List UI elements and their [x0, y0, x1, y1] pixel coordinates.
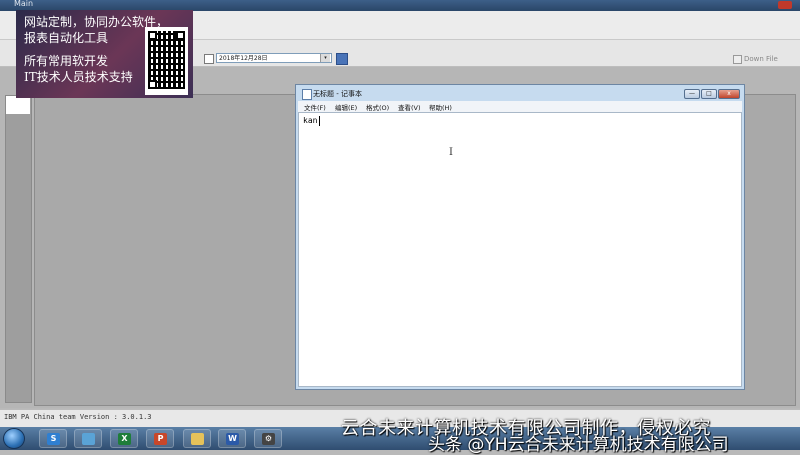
settings-icon: ⚙ [262, 433, 275, 445]
calendar-icon[interactable] [336, 53, 348, 65]
app-close-button[interactable] [778, 1, 792, 9]
notepad-editor[interactable]: kan I [298, 112, 742, 387]
notepad-icon [302, 89, 312, 100]
powerpoint-icon: P [154, 433, 167, 445]
close-button[interactable]: x [718, 89, 740, 99]
taskbar-settings-button[interactable]: ⚙ [254, 429, 282, 448]
notepad-window: 无标题 - 记事本 — □ x 文件(F) 编辑(E) 格式(O) 查看(V) … [295, 84, 745, 390]
status-text: IBM PA China team Version : 3.0.1.3 [4, 413, 152, 421]
taskbar-excel-button[interactable]: X [110, 429, 138, 448]
menu-edit[interactable]: 编辑(E) [335, 102, 357, 112]
explorer-icon [82, 433, 95, 445]
taskbar-sogou-button[interactable]: S [39, 429, 67, 448]
menu-help[interactable]: 帮助(H) [429, 102, 452, 112]
qr-code [145, 27, 188, 95]
left-panel [5, 95, 32, 403]
date-checkbox[interactable] [204, 54, 214, 64]
down-file-label: Down File [744, 55, 778, 63]
app-title: Main [14, 0, 34, 8]
minimize-button[interactable]: — [684, 89, 700, 99]
word-icon: W [226, 433, 239, 445]
taskbar-powerpoint-button[interactable]: P [146, 429, 174, 448]
ad-line: 报表自动化工具 [24, 31, 109, 45]
excel-icon: X [118, 433, 131, 445]
sogou-icon: S [47, 433, 60, 445]
editor-text: kan [303, 116, 318, 125]
notepad-title: 无标题 - 记事本 [313, 90, 362, 98]
down-file-button[interactable]: Down File [733, 53, 799, 65]
watermark-source: 头条 @YH云合未来计算机技术有限公司 [428, 435, 729, 455]
qr-finder [148, 80, 157, 89]
download-icon [733, 55, 742, 64]
qr-finder [176, 31, 185, 40]
qr-finder [148, 31, 157, 40]
chevron-down-icon[interactable]: ▾ [320, 54, 330, 62]
folder-icon [191, 433, 204, 445]
menu-view[interactable]: 查看(V) [398, 102, 421, 112]
date-picker[interactable]: 2018年12月28日 ▾ [216, 53, 332, 63]
menu-format[interactable]: 格式(O) [366, 102, 389, 112]
ibeam-cursor-icon: I [449, 147, 453, 158]
taskbar-folder-button[interactable] [183, 429, 211, 448]
taskbar-explorer-button[interactable] [74, 429, 102, 448]
menu-file[interactable]: 文件(F) [304, 102, 326, 112]
date-value: 2018年12月28日 [219, 55, 268, 62]
ad-line: IT技术人员技术支持 [24, 70, 133, 84]
ad-line: 所有常用软开发 [24, 54, 109, 68]
text-caret [319, 116, 320, 126]
taskbar-word-button[interactable]: W [218, 429, 246, 448]
notepad-titlebar[interactable]: 无标题 - 记事本 — □ x [296, 85, 744, 101]
maximize-button[interactable]: □ [701, 89, 717, 99]
start-button[interactable] [3, 428, 25, 449]
notepad-menubar: 文件(F) 编辑(E) 格式(O) 查看(V) 帮助(H) [298, 101, 742, 112]
left-panel-selected-item[interactable] [6, 96, 30, 114]
